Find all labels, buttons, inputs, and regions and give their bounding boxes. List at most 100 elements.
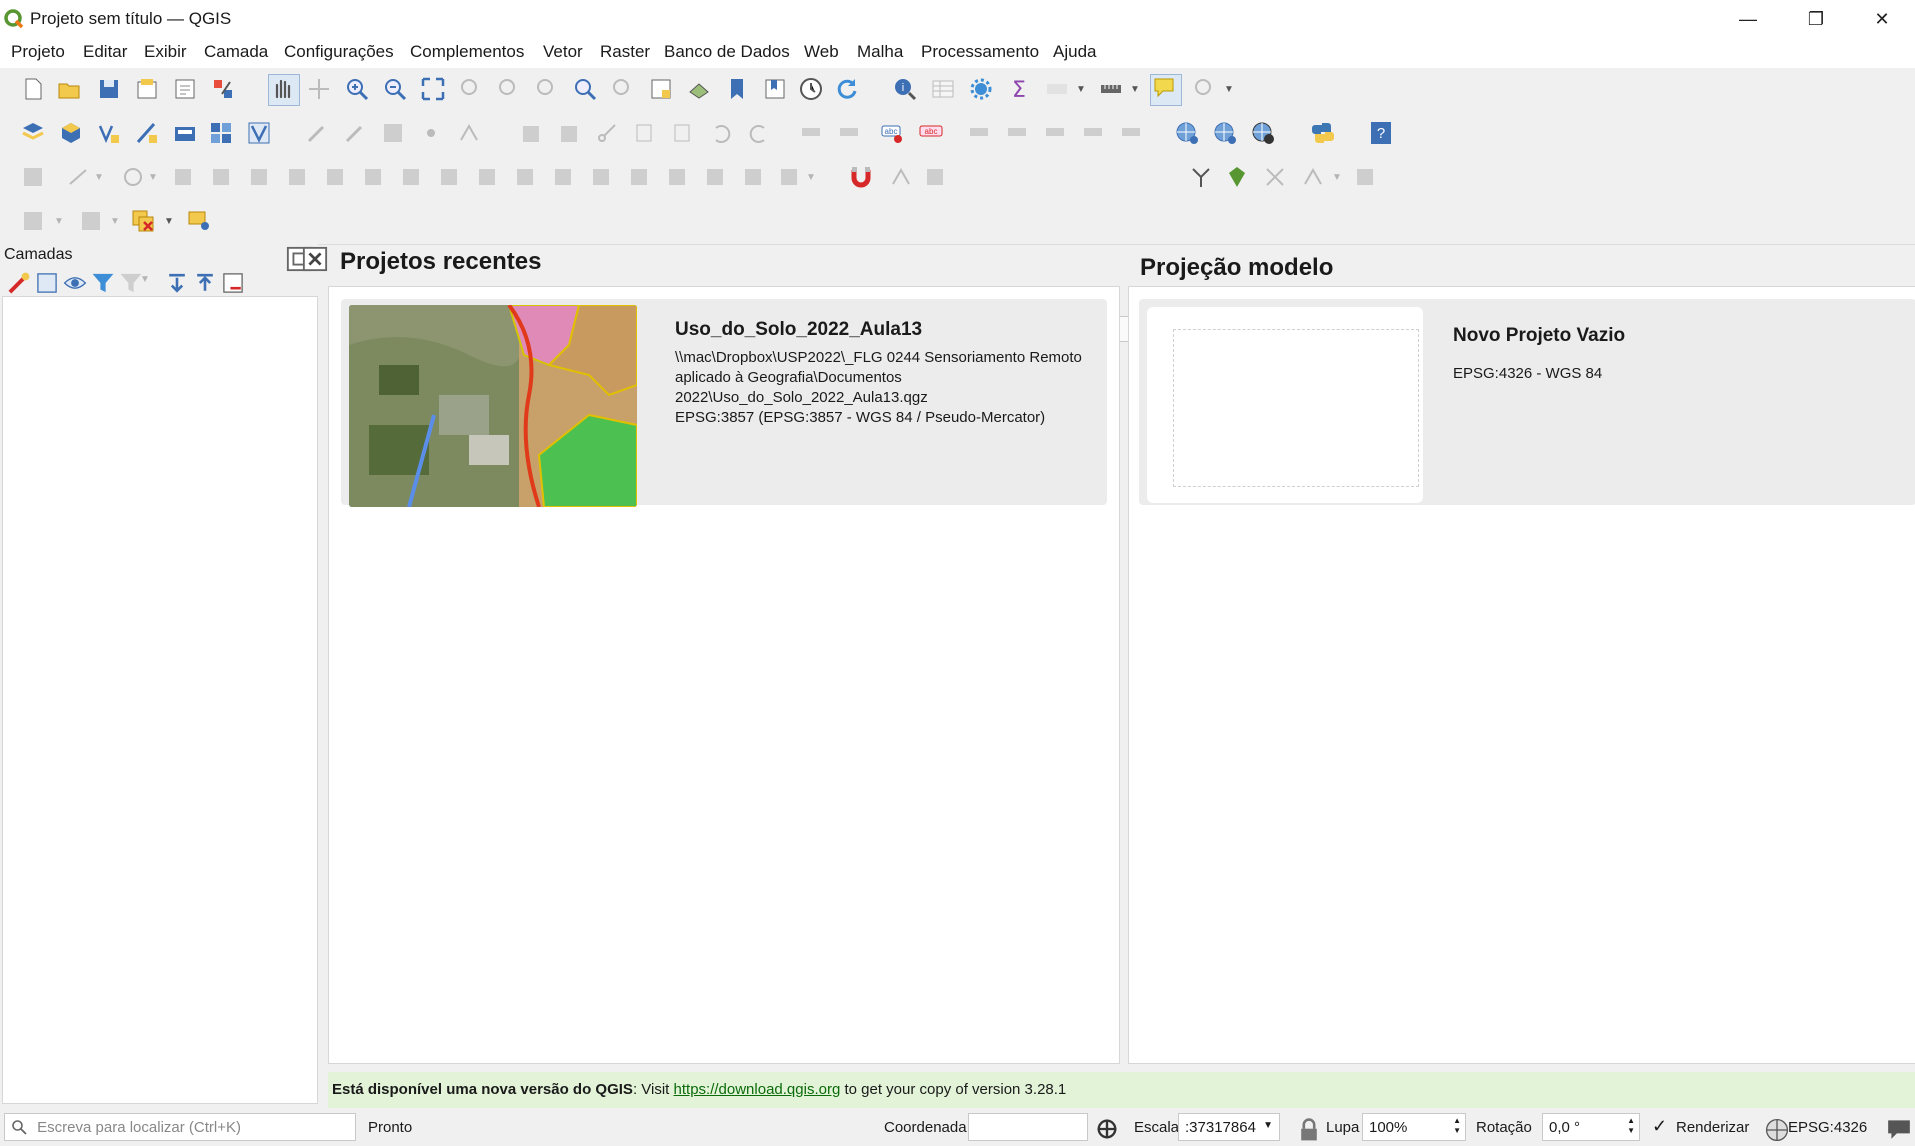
messages-icon[interactable]: [1886, 1116, 1910, 1139]
zoom-to-layer-icon[interactable]: [496, 76, 522, 102]
close-panel-icon[interactable]: [302, 246, 328, 272]
new-geopackage-layer-icon[interactable]: [58, 120, 84, 146]
select-by-expression-icon[interactable]: [78, 208, 104, 234]
new-temporary-layer-icon[interactable]: [134, 120, 160, 146]
zoom-out-icon[interactable]: [382, 76, 408, 102]
measure-line-icon[interactable]: [1098, 76, 1124, 102]
redo-icon[interactable]: [746, 120, 772, 146]
new-3d-view-icon[interactable]: [686, 76, 712, 102]
menu-complementos[interactable]: Complementos: [410, 42, 524, 62]
new-bookmark-icon[interactable]: [724, 76, 750, 102]
new-print-layout-icon[interactable]: [134, 76, 160, 102]
coordinate-field[interactable]: [968, 1113, 1088, 1141]
advanced-digitizing-icon[interactable]: [20, 164, 46, 190]
pan-to-selection-icon[interactable]: [306, 76, 332, 102]
template-card[interactable]: Novo Projeto Vazio EPSG:4326 - WGS 84: [1139, 299, 1915, 505]
toggle-extents-icon[interactable]: [1094, 1116, 1117, 1139]
chevron-down-icon[interactable]: ▼: [1332, 172, 1342, 183]
chevron-down-icon[interactable]: ▼: [140, 274, 150, 285]
close-button[interactable]: ✕: [1852, 0, 1912, 38]
save-project-icon[interactable]: [96, 76, 122, 102]
add-vector-tile-icon[interactable]: [246, 120, 272, 146]
label-move-icon[interactable]: [966, 120, 992, 146]
identify-features-icon[interactable]: i: [892, 76, 918, 102]
fill-ring-icon[interactable]: [360, 164, 386, 190]
chevron-down-icon[interactable]: ▼: [94, 172, 104, 183]
chevron-down-icon[interactable]: ▼: [1130, 84, 1140, 95]
trace-icon[interactable]: [1188, 164, 1214, 190]
cut-features-icon[interactable]: [556, 120, 582, 146]
layout-manager-icon[interactable]: [172, 76, 198, 102]
open-project-icon[interactable]: [56, 76, 82, 102]
search-locator-icon[interactable]: [1192, 76, 1218, 102]
menu-camada[interactable]: Camada: [204, 42, 268, 62]
zoom-full-icon[interactable]: [420, 76, 446, 102]
menu-projeto[interactable]: Projeto: [11, 42, 65, 62]
manage-themes-icon[interactable]: [62, 270, 87, 290]
restore-button[interactable]: ❐: [1786, 0, 1846, 38]
add-ring-icon[interactable]: [284, 164, 310, 190]
vertex-tool-icon[interactable]: [456, 120, 482, 146]
new-shapefile-layer-icon[interactable]: [96, 120, 122, 146]
chevron-down-icon[interactable]: ▼: [806, 172, 816, 183]
zoom-native-icon[interactable]: [534, 76, 560, 102]
paste-features-icon[interactable]: [670, 120, 696, 146]
snapping-type-icon[interactable]: [922, 164, 948, 190]
zoom-in-icon[interactable]: [344, 76, 370, 102]
new-virtual-layer-icon[interactable]: [172, 120, 198, 146]
metasearch-icon[interactable]: [1174, 120, 1200, 146]
label-show-hide-icon[interactable]: [1080, 120, 1106, 146]
toolbox-gear-icon[interactable]: [968, 76, 994, 102]
show-bookmarks-icon[interactable]: [762, 76, 788, 102]
lock-scale-icon[interactable]: [1296, 1117, 1317, 1141]
wms-globe-icon[interactable]: [1212, 120, 1238, 146]
delete-part-icon[interactable]: [436, 164, 462, 190]
highlight-icon[interactable]: [836, 120, 862, 146]
offset-symbols-icon[interactable]: [776, 164, 802, 190]
zoom-last-icon[interactable]: [572, 76, 598, 102]
rotation-input[interactable]: 0,0 ° ▲ ▼: [1542, 1113, 1640, 1141]
measure-area-icon[interactable]: [1044, 76, 1070, 102]
toggle-editing-icon[interactable]: [342, 120, 368, 146]
menu-vetor[interactable]: Vetor: [543, 42, 583, 62]
refresh-icon[interactable]: [834, 76, 860, 102]
circle-digitizing-icon[interactable]: [120, 164, 146, 190]
open-attribute-table-icon[interactable]: [930, 76, 956, 102]
magnifier-input[interactable]: 100% ▲ ▼: [1362, 1113, 1466, 1141]
deselect-all-icon[interactable]: [130, 208, 156, 234]
self-snapping-icon[interactable]: [1224, 164, 1250, 190]
style-layer-icon[interactable]: [6, 270, 30, 294]
minimize-button[interactable]: —: [1718, 0, 1778, 38]
label-tool-icon[interactable]: abc: [880, 120, 906, 146]
offset-curve-icon[interactable]: [512, 164, 538, 190]
zoom-to-selection-icon[interactable]: [458, 76, 484, 102]
merge-attributes-icon[interactable]: [702, 164, 728, 190]
menu-processamento[interactable]: Processamento: [921, 42, 1039, 62]
temporal-controller-icon[interactable]: [798, 76, 824, 102]
undo-icon[interactable]: [708, 120, 734, 146]
python-console-icon[interactable]: [1310, 120, 1336, 146]
menu-banco-de-dados[interactable]: Banco de Dados: [664, 42, 790, 62]
snapping-mode-icon[interactable]: [888, 164, 914, 190]
map-tips-icon[interactable]: [1150, 74, 1182, 106]
label-properties-icon[interactable]: [1042, 120, 1068, 146]
add-group-icon[interactable]: [34, 270, 57, 293]
new-map-view-icon[interactable]: [648, 76, 674, 102]
statistical-summary-icon[interactable]: Σ: [1006, 76, 1032, 102]
label-change-icon[interactable]: [1118, 120, 1144, 146]
menu-ajuda[interactable]: Ajuda: [1053, 42, 1096, 62]
zoom-next-icon[interactable]: [610, 76, 636, 102]
chevron-down-icon[interactable]: ▼: [148, 172, 158, 183]
reshape-icon[interactable]: [474, 164, 500, 190]
menu-raster[interactable]: Raster: [600, 42, 650, 62]
scissors-icon[interactable]: [594, 120, 620, 146]
data-source-manager-icon[interactable]: [20, 120, 46, 146]
locator-search-input[interactable]: Escreva para localizar (Ctrl+K): [4, 1113, 356, 1141]
menu-configuracoes[interactable]: Configurações: [284, 42, 394, 62]
reverse-line-icon[interactable]: [550, 164, 576, 190]
add-part-icon[interactable]: [322, 164, 348, 190]
menu-web[interactable]: Web: [804, 42, 839, 62]
layers-tree[interactable]: [2, 296, 318, 1104]
style-manager-icon[interactable]: [210, 76, 236, 102]
menu-exibir[interactable]: Exibir: [144, 42, 187, 62]
